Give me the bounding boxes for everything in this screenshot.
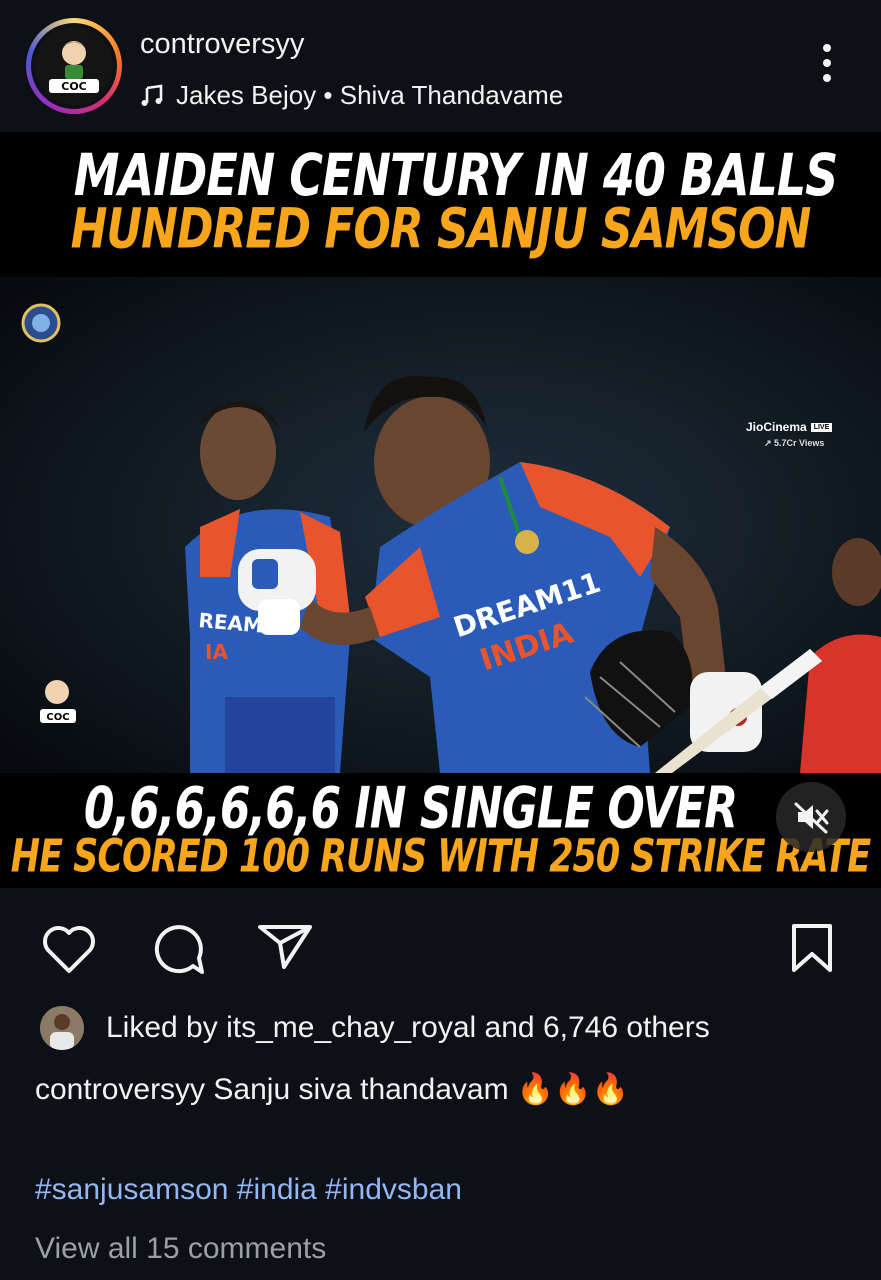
share-icon[interactable]	[256, 921, 314, 971]
live-badge: LIVE	[810, 423, 833, 433]
post-photo: REAM11 IA DREAM11 INDIA COC	[0, 277, 881, 773]
view-count-text: 5.7Cr Views	[774, 438, 825, 448]
view-count: ↗ 5.7Cr Views	[764, 438, 825, 448]
comment-icon[interactable]	[148, 922, 206, 978]
bookmark-icon[interactable]	[788, 922, 836, 974]
likes-middle: and	[476, 1011, 543, 1044]
mute-icon	[794, 802, 829, 834]
avatar-label: COC	[61, 80, 87, 93]
liked-by-user[interactable]: its_me_chay_royal	[226, 1011, 476, 1044]
avatar-border: COC	[31, 23, 117, 109]
avatar-cartoon-icon: COC	[35, 27, 113, 105]
headline-band: MAIDEN CENTURY IN 40 BALLS HUNDRED FOR S…	[0, 132, 881, 277]
story-ring[interactable]: COC	[26, 18, 122, 114]
background-jersey-team: IA	[205, 640, 228, 664]
liker-avatar[interactable]	[40, 1006, 84, 1050]
avatar[interactable]: COC	[35, 27, 113, 105]
likes-row[interactable]: Liked by its_me_chay_royal and 6,746 oth…	[40, 1006, 710, 1050]
liker-avatar-photo	[40, 1006, 84, 1050]
bottom-line-2: HE SCORED 100 RUNS WITH 250 STRIKE RATE	[10, 831, 871, 883]
post-caption: controversyy Sanju siva thandavam 🔥🔥🔥	[35, 1072, 629, 1107]
post-header: COC controversyy Jakes Bejoy • Shiva Tha…	[0, 0, 881, 132]
broadcaster-name: JioCinema	[746, 420, 807, 434]
mute-button[interactable]	[776, 782, 846, 852]
likes-count[interactable]: 6,746 others	[543, 1011, 710, 1044]
view-comments-link[interactable]: View all 15 comments	[35, 1232, 326, 1266]
hashtags[interactable]: #sanjusamson #india #indvsban	[35, 1173, 462, 1207]
broadcaster-logo: JioCinema LIVE	[746, 420, 833, 434]
more-options-icon[interactable]	[816, 44, 838, 90]
watermark-text: COC	[46, 712, 69, 723]
heart-icon[interactable]	[40, 923, 98, 975]
caption-username[interactable]: controversyy	[35, 1073, 205, 1106]
cricket-celebration-image: REAM11 IA DREAM11 INDIA COC	[0, 277, 881, 773]
bottom-caption-band: 0,6,6,6,6,6 IN SINGLE OVER HE SCORED 100…	[0, 773, 881, 888]
music-label: Jakes Bejoy • Shiva Thandavame	[176, 80, 564, 110]
caption-text: Sanju siva thandavam 🔥🔥🔥	[205, 1073, 629, 1106]
likes-prefix: Liked by	[106, 1011, 227, 1044]
action-bar	[0, 888, 881, 998]
music-attribution[interactable]: Jakes Bejoy • Shiva Thandavame	[140, 80, 563, 111]
likes-text: Liked by its_me_chay_royal and 6,746 oth…	[106, 1011, 710, 1045]
post-media[interactable]: MAIDEN CENTURY IN 40 BALLS HUNDRED FOR S…	[0, 132, 881, 888]
music-note-icon	[141, 84, 163, 106]
username[interactable]: controversyy	[140, 28, 304, 61]
headline-line-2: HUNDRED FOR SANJU SAMSON	[70, 197, 812, 262]
